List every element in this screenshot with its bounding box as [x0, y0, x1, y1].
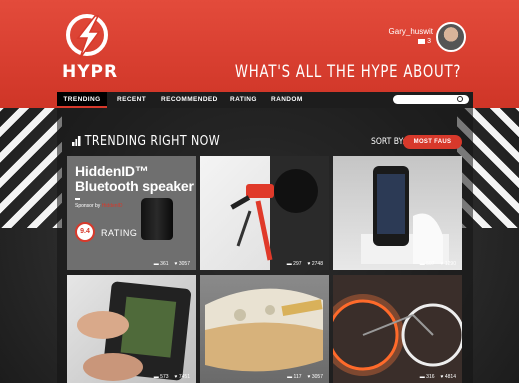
like-count: 3057 [178, 261, 190, 267]
tile-stats: ▬ 297 ♥ 2748 [287, 261, 323, 267]
like-count: 7451 [178, 374, 190, 380]
heart-icon: ♥ [307, 261, 311, 267]
heart-icon: ♥ [174, 261, 178, 267]
product-tile[interactable]: ▬ 297 ♥ 2748 [200, 156, 329, 270]
tab-random[interactable]: RANDOM [271, 92, 303, 108]
comment-icon: ▬ [419, 261, 425, 267]
sort-dropdown[interactable]: MOST FAUS [403, 135, 462, 149]
comment-count: 316 [426, 374, 435, 380]
comment-count: 297 [293, 261, 302, 267]
product-tile[interactable]: ▬ 507 ♥ 1290 [333, 156, 462, 270]
tagline: WHAT'S ALL THE HYPE ABOUT? [234, 62, 461, 82]
comment-count: 573 [160, 374, 169, 380]
trending-bars-icon [72, 136, 81, 146]
messages-indicator[interactable]: 3 [418, 38, 431, 45]
heart-icon: ♥ [307, 374, 311, 380]
rating-label: RATING [101, 228, 138, 238]
tile-stats: ▬ 316 ♥ 4814 [420, 374, 456, 380]
sandwich-bag-image [205, 288, 323, 372]
comment-count: 507 [426, 261, 435, 267]
comment-count: 361 [160, 261, 169, 267]
product-tile[interactable]: ▬ 573 ♥ 7451 [67, 275, 196, 383]
heart-icon: ♥ [174, 374, 178, 380]
comment-icon: ▬ [153, 261, 159, 267]
tile-stats: ▬ 507 ♥ 1290 [420, 261, 456, 267]
message-count: 3 [427, 38, 431, 45]
logo-text: HYPR [62, 62, 119, 82]
comment-icon: ▬ [287, 374, 293, 380]
sponsor-brand-link[interactable]: HiddenID [102, 203, 123, 209]
bike-light-image [333, 275, 462, 383]
tab-recent[interactable]: RECENT [117, 92, 146, 108]
product-tile[interactable]: ▬ 316 ♥ 4814 [333, 275, 462, 383]
tab-trending[interactable]: TRENDING [57, 92, 107, 108]
page: HYPR Gary_huswit 3 WHAT'S ALL THE HYPE A… [0, 0, 519, 383]
heart-icon: ♥ [440, 374, 444, 380]
bike-stand-image [230, 156, 329, 270]
like-count: 3057 [311, 374, 323, 380]
main-nav: TRENDING RECENT RECOMMENDED RATING RANDO… [57, 92, 473, 108]
divider [75, 198, 80, 200]
sort-label: SORT BY: [371, 137, 405, 147]
user-avatar[interactable] [436, 22, 466, 52]
comment-icon: ▬ [419, 374, 425, 380]
phone-dock-image [361, 166, 449, 264]
envelope-icon [418, 38, 426, 44]
lightning-bolt-icon [76, 15, 101, 59]
comment-count: 117 [293, 374, 302, 380]
like-count: 4814 [444, 374, 456, 380]
decorative-stripes-left [0, 108, 62, 228]
username-link[interactable]: Gary_huswit [389, 27, 433, 36]
search-input[interactable] [393, 95, 469, 104]
comment-icon: ▬ [286, 261, 292, 267]
tab-recommended[interactable]: RECOMMENDED [161, 92, 218, 108]
rating-badge: 9.4 [75, 222, 95, 242]
tile-stats: ▬ 117 ♥ 3057 [287, 374, 323, 380]
product-tile[interactable]: ▬ 117 ♥ 3057 [200, 275, 329, 383]
heart-icon: ♥ [440, 261, 444, 267]
section-title: TRENDING RIGHT NOW [72, 134, 220, 149]
tab-rating[interactable]: RATING [230, 92, 257, 108]
like-count: 1290 [444, 261, 456, 267]
sponsor-prefix: Sponsor by [75, 203, 101, 209]
tile-stats: ▬ 361 ♥ 3057 [154, 261, 190, 267]
featured-product-title: HiddenID™ Bluetooth speaker [75, 163, 194, 194]
tile-stats: ▬ 573 ♥ 7451 [154, 374, 190, 380]
like-count: 2748 [311, 261, 323, 267]
hypr-logo[interactable]: HYPR [62, 14, 119, 86]
section-title-text: TRENDING RIGHT NOW [84, 134, 221, 149]
sponsored-product-tile[interactable]: HiddenID™ Bluetooth speaker Sponsor by H… [67, 156, 196, 270]
speaker-image [141, 198, 173, 240]
handheld-device-image [77, 281, 191, 381]
search-icon [457, 96, 463, 102]
sponsor-line: Sponsor by HiddenID [75, 203, 123, 209]
comment-icon: ▬ [153, 374, 159, 380]
